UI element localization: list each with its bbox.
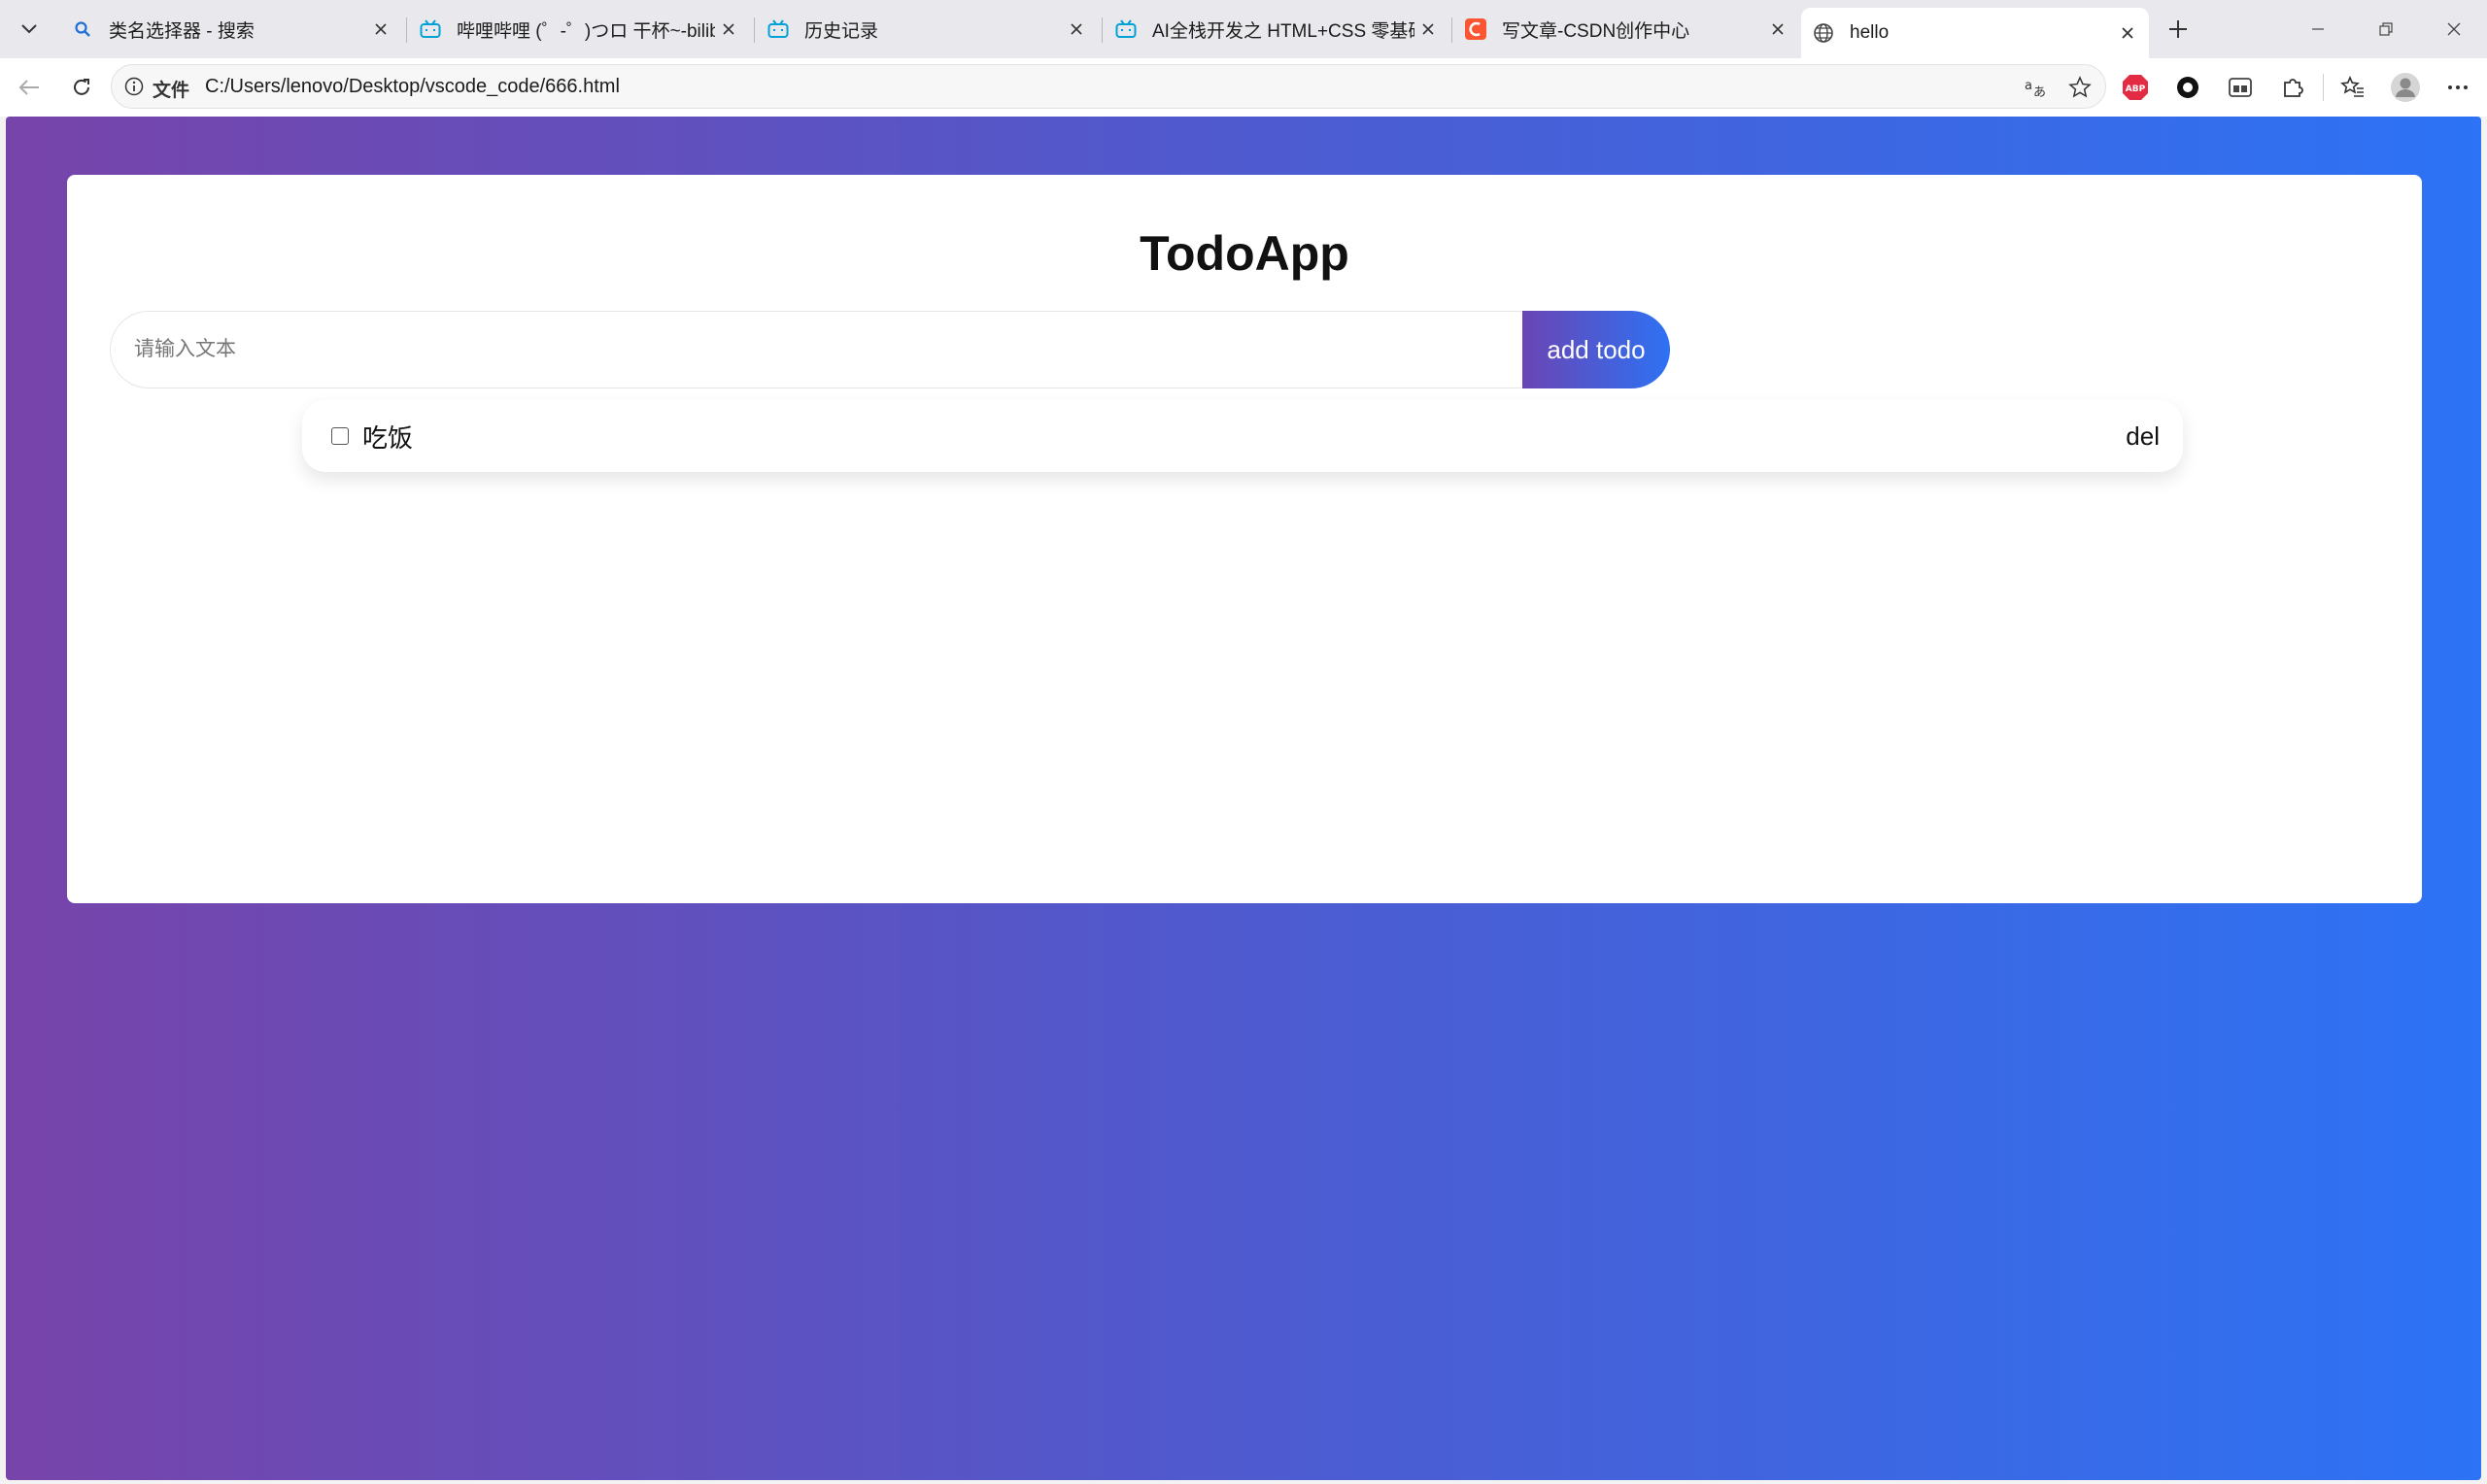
tab-label: 历史记录 bbox=[804, 20, 879, 42]
tab-label: 类名选择器 - 搜索 bbox=[109, 20, 255, 42]
tab-strip: 类名选择器 - 搜索 哔哩哔哩 (゜-゜)つロ 干杯~-bilibili 历史记… bbox=[0, 0, 2487, 58]
workspaces-icon bbox=[2229, 78, 2252, 97]
workspaces-button[interactable] bbox=[2223, 70, 2258, 105]
back-button[interactable] bbox=[10, 68, 49, 107]
csdn-icon bbox=[1465, 18, 1486, 40]
avatar-icon bbox=[2391, 73, 2420, 102]
arrow-left-icon bbox=[18, 80, 39, 95]
plus-icon bbox=[2169, 20, 2187, 38]
chevron-down-icon bbox=[21, 24, 37, 34]
close-icon[interactable] bbox=[1764, 16, 1791, 43]
window-close-button[interactable] bbox=[2425, 10, 2483, 49]
svg-text:ABP: ABP bbox=[2126, 84, 2146, 94]
reload-button[interactable] bbox=[62, 68, 101, 107]
minimize-icon bbox=[2312, 28, 2324, 30]
translate-button[interactable]: aあ bbox=[2022, 72, 2053, 103]
tab-separator bbox=[406, 17, 407, 43]
tab-ai-course[interactable]: AI全栈开发之 HTML+CSS 零基础入门 bbox=[1104, 8, 1449, 51]
url-text[interactable]: C:/Users/lenovo/Desktop/vscode_code/666.… bbox=[205, 76, 620, 98]
bilibili-icon bbox=[1115, 18, 1137, 40]
close-icon[interactable] bbox=[367, 16, 394, 43]
add-todo-button[interactable]: add todo bbox=[1522, 311, 1670, 388]
tab-search[interactable]: 类名选择器 - 搜索 bbox=[60, 8, 402, 51]
site-scheme-label: 文件 bbox=[153, 81, 190, 101]
bilibili-icon bbox=[767, 18, 789, 40]
search-icon bbox=[72, 18, 93, 40]
info-icon[interactable] bbox=[123, 76, 145, 97]
minimize-button[interactable] bbox=[2289, 10, 2347, 49]
close-icon[interactable] bbox=[1414, 16, 1442, 43]
record-extension-button[interactable] bbox=[2170, 70, 2205, 105]
new-tab-button[interactable] bbox=[2157, 10, 2199, 49]
globe-icon bbox=[1813, 22, 1834, 44]
todo-list: 吃饭 del bbox=[302, 400, 2183, 472]
tab-label: 写文章-CSDN创作中心 bbox=[1502, 20, 1690, 42]
tab-label: AI全栈开发之 HTML+CSS 零基础入门 bbox=[1152, 20, 1414, 42]
browser-toolbar: 文件 C:/Users/lenovo/Desktop/vscode_code/6… bbox=[0, 58, 2487, 117]
tab-hello-active[interactable]: hello bbox=[1801, 8, 2149, 58]
adblock-extension-button[interactable]: ABP bbox=[2118, 70, 2153, 105]
tab-label: hello bbox=[1850, 22, 1890, 43]
puzzle-icon bbox=[2284, 79, 2303, 97]
translate-icon: aあ bbox=[2025, 79, 2046, 99]
restore-button[interactable] bbox=[2357, 10, 2415, 49]
close-icon[interactable] bbox=[2114, 19, 2141, 47]
refresh-icon bbox=[74, 79, 89, 95]
tab-separator bbox=[1102, 17, 1103, 43]
tab-separator bbox=[754, 17, 755, 43]
delete-todo-button[interactable]: del bbox=[2126, 422, 2160, 452]
tab-label: 哔哩哔哩 (゜-゜)つロ 干杯~-bilibili bbox=[457, 20, 715, 42]
favorites-icon bbox=[2340, 76, 2364, 97]
favorites-button[interactable] bbox=[2335, 70, 2370, 105]
todo-input[interactable] bbox=[110, 311, 1528, 388]
more-menu-button[interactable] bbox=[2440, 70, 2475, 105]
address-bar[interactable]: 文件 C:/Users/lenovo/Desktop/vscode_code/6… bbox=[111, 64, 2106, 109]
svg-text:あ: あ bbox=[2033, 85, 2046, 99]
star-icon bbox=[2068, 76, 2092, 98]
close-icon[interactable] bbox=[715, 16, 742, 43]
todo-card: TodoApp add todo 吃饭 del bbox=[67, 175, 2422, 903]
close-icon[interactable] bbox=[1063, 16, 1090, 43]
close-icon bbox=[2447, 22, 2461, 36]
tab-bilibili-home[interactable]: 哔哩哔哩 (゜-゜)つロ 干杯~-bilibili bbox=[408, 8, 750, 51]
todo-item: 吃饭 del bbox=[302, 400, 2183, 472]
page-viewport: TodoApp add todo 吃饭 del bbox=[6, 117, 2481, 1480]
tab-csdn[interactable]: 写文章-CSDN创作中心 bbox=[1453, 8, 1799, 51]
tab-actions-menu-button[interactable] bbox=[8, 8, 51, 51]
profile-button[interactable] bbox=[2388, 70, 2423, 105]
restore-icon bbox=[2379, 22, 2393, 36]
bilibili-icon bbox=[420, 18, 441, 40]
tab-history[interactable]: 历史记录 bbox=[756, 8, 1098, 51]
circle-record-icon bbox=[2177, 77, 2198, 98]
toolbar-separator bbox=[2323, 74, 2324, 101]
adblock-icon: ABP bbox=[2123, 75, 2148, 100]
more-icon bbox=[2448, 85, 2468, 89]
tab-separator bbox=[1451, 17, 1452, 43]
app-title: TodoApp bbox=[1140, 226, 1349, 281]
extensions-button[interactable] bbox=[2275, 70, 2310, 105]
todo-input-group: add todo bbox=[110, 311, 1676, 388]
todo-text: 吃饭 bbox=[362, 422, 414, 453]
todo-checkbox[interactable] bbox=[331, 427, 349, 445]
favorite-button[interactable] bbox=[2064, 72, 2095, 103]
svg-text:a: a bbox=[2025, 79, 2032, 93]
